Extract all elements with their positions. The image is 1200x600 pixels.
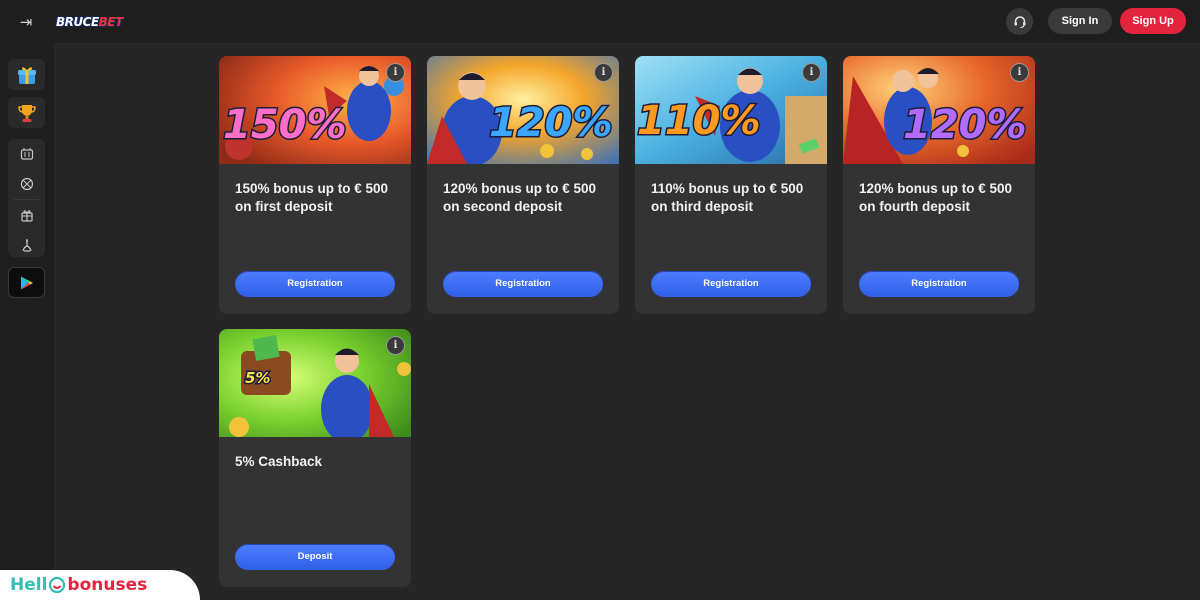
logo-accent-text: BET xyxy=(98,15,124,29)
hellobonuses-watermark: Hell bonuses xyxy=(0,570,200,600)
google-play-icon xyxy=(20,276,33,289)
registration-button[interactable]: Registration xyxy=(443,271,603,297)
info-icon[interactable]: i xyxy=(386,336,405,355)
sidebar-item-fishing[interactable] xyxy=(8,230,45,260)
watermark-hello-text: Hell xyxy=(10,575,48,595)
bonus-banner-image: 5% xyxy=(219,329,411,437)
support-button[interactable] xyxy=(1006,8,1033,35)
basketball-icon xyxy=(20,177,33,191)
bonus-title: 5% Cashback xyxy=(235,454,323,469)
bonus-badge-120: 120% xyxy=(903,102,1027,148)
info-icon[interactable]: i xyxy=(802,63,821,82)
logo-main-text: BRUCE xyxy=(56,15,99,29)
registration-button[interactable]: Registration xyxy=(651,271,811,297)
bonus-title: 150% bonus up to € 500 on first deposit xyxy=(235,181,389,214)
bonus-banner-image: 150% xyxy=(219,56,411,164)
gift-box-icon xyxy=(17,66,36,84)
bonus-card-first-deposit: 150% i 150% bonus up to € 500 on first d… xyxy=(219,56,411,314)
slot-machine-icon xyxy=(20,148,33,160)
deposit-button[interactable]: Deposit xyxy=(235,544,395,570)
sidebar-item-sports[interactable] xyxy=(8,169,45,199)
sidebar-item-promotions[interactable] xyxy=(8,200,45,230)
hero-banner-art: 110% xyxy=(635,56,827,164)
expand-sidebar-icon[interactable]: ⇥ xyxy=(16,12,36,32)
sidebar-nav-group xyxy=(8,139,45,257)
bonus-badge-120: 120% xyxy=(489,100,613,146)
sign-up-button[interactable]: Sign Up xyxy=(1120,8,1186,34)
trophy-icon xyxy=(17,104,36,122)
brucebet-logo[interactable]: BRUCE BET xyxy=(56,10,123,34)
bonus-badge-110: 110% xyxy=(637,98,761,144)
info-icon[interactable]: i xyxy=(1010,63,1029,82)
sign-in-button[interactable]: Sign In xyxy=(1048,8,1112,34)
left-sidebar xyxy=(0,43,54,600)
bonus-card-cashback: 5% i 5% Cashback Deposit xyxy=(219,329,411,587)
bonus-title: 120% bonus up to € 500 on fourth deposit xyxy=(859,181,1013,214)
info-icon[interactable]: i xyxy=(594,63,613,82)
registration-button[interactable]: Registration xyxy=(859,271,1019,297)
fishing-icon xyxy=(21,239,32,252)
sidebar-item-google-play[interactable] xyxy=(8,267,45,298)
sidebar-item-gift-box[interactable] xyxy=(8,59,45,90)
bonus-badge-150: 150% xyxy=(223,102,347,148)
registration-button[interactable]: Registration xyxy=(235,271,395,297)
info-icon[interactable]: i xyxy=(386,63,405,82)
bonus-title: 120% bonus up to € 500 on second deposit xyxy=(443,181,597,214)
sidebar-item-casino[interactable] xyxy=(8,139,45,169)
bonus-banner-image: 120% xyxy=(427,56,619,164)
hero-banner-art: 150% xyxy=(219,56,411,164)
bonus-title: 110% bonus up to € 500 on third deposit xyxy=(651,181,804,214)
watermark-bonuses-text: bonuses xyxy=(67,575,148,595)
bonus-card-second-deposit: 120% i 120% bonus up to € 500 on second … xyxy=(427,56,619,314)
bonus-banner-image: 120% xyxy=(843,56,1035,164)
bonus-banner-image: 110% xyxy=(635,56,827,164)
bonus-card-third-deposit: 110% i 110% bonus up to € 500 on third d… xyxy=(635,56,827,314)
bonus-badge-5: 5% xyxy=(245,369,270,387)
hero-banner-art: 5% xyxy=(219,329,411,437)
headset-icon xyxy=(1014,15,1025,28)
sidebar-item-tournaments[interactable] xyxy=(8,97,45,128)
gift-icon xyxy=(20,210,33,222)
hero-banner-art: 120% xyxy=(427,56,619,164)
hero-banner-art: 120% xyxy=(843,56,1035,164)
bonus-card-fourth-deposit: 120% i 120% bonus up to € 500 on fourth … xyxy=(843,56,1035,314)
smile-logo-icon xyxy=(49,576,66,594)
top-header: ⇥ BRUCE BET Sign In Sign Up xyxy=(0,0,1200,43)
